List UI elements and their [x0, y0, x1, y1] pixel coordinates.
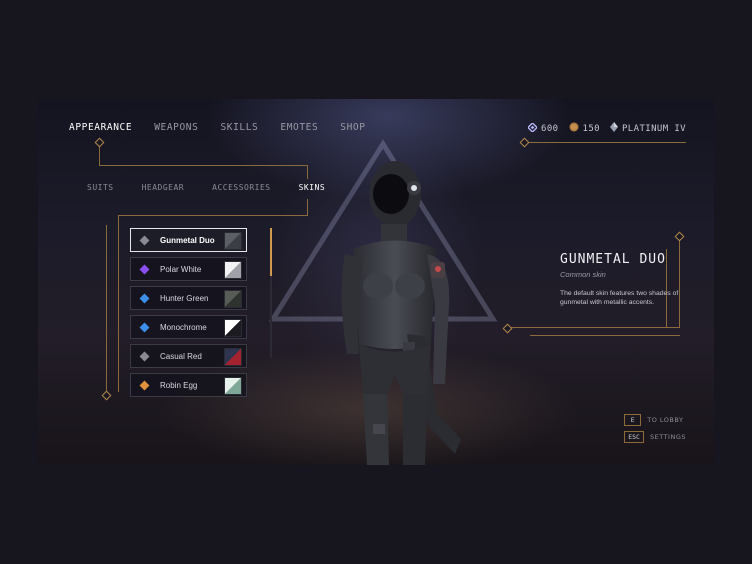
coin-icon: [569, 122, 579, 135]
shortcut-settings[interactable]: ESC SETTINGS: [624, 431, 686, 443]
skin-swatch: [224, 261, 242, 279]
coin-balance: 150: [569, 122, 600, 135]
skin-name: Monochrome: [160, 322, 207, 332]
skin-item-casual-red[interactable]: Casual Red: [130, 344, 247, 368]
connector-line: [508, 327, 680, 328]
tab-appearance[interactable]: APPEARANCE: [69, 122, 132, 133]
skin-item-monochrome[interactable]: Monochrome: [130, 315, 247, 339]
connector-node: [101, 390, 112, 401]
shortcut-label: SETTINGS: [649, 433, 686, 441]
sub-nav: SUITS HEADGEAR ACCESSORIES SKINS: [87, 183, 353, 192]
key-cap: ESC: [624, 431, 644, 443]
key-cap: E: [624, 414, 642, 426]
skin-marker-icon: [139, 380, 150, 390]
crystal-icon: [527, 121, 539, 135]
coin-amount: 150: [582, 123, 600, 134]
skin-name: Hunter Green: [160, 293, 209, 303]
connector-line: [118, 215, 308, 216]
skin-swatch: [224, 232, 242, 250]
skin-swatch: [224, 290, 242, 308]
skin-detail-description: The default skin features two shades of …: [560, 290, 679, 306]
skin-marker-icon: [139, 264, 150, 274]
skin-swatch: [224, 319, 242, 337]
skin-list: Gunmetal Duo Polar White Hunter Green Mo…: [130, 228, 247, 402]
tab-suits[interactable]: SUITS: [87, 183, 114, 192]
tab-emotes[interactable]: EMOTES: [280, 122, 318, 133]
skin-marker-icon: [139, 351, 150, 361]
connector-line: [99, 165, 307, 166]
skin-list-scroll-thumb[interactable]: [270, 228, 272, 276]
skin-item-hunter-green[interactable]: Hunter Green: [130, 286, 247, 310]
game-screen: APPEARANCE WEAPONS SKILLS EMOTES SHOP 60…: [38, 99, 714, 465]
rank-icon: [609, 122, 618, 135]
skin-detail-title: GUNMETAL DUO: [560, 252, 666, 267]
skin-detail-rarity: Common skin: [560, 270, 606, 279]
shortcut-label: TO LOBBY: [647, 416, 684, 424]
shortcut-hints: E TO LOBBY ESC SETTINGS: [624, 414, 686, 448]
connector-node: [94, 137, 105, 148]
currency-bar: 600 150 PLATINUM IV: [518, 121, 686, 135]
skin-marker-icon: [139, 322, 150, 332]
shortcut-to-lobby[interactable]: E TO LOBBY: [624, 414, 686, 426]
connector-line: [524, 142, 686, 143]
skin-marker-icon: [139, 235, 150, 245]
tab-headgear[interactable]: HEADGEAR: [142, 183, 185, 192]
skin-name: Polar White: [160, 264, 202, 274]
skin-item-gunmetal-duo[interactable]: Gunmetal Duo: [130, 228, 247, 252]
tab-accessories[interactable]: ACCESSORIES: [212, 183, 270, 192]
skin-detail-panel: GUNMETAL DUO Common skin The default ski…: [560, 252, 680, 307]
connector-line: [530, 335, 680, 336]
skin-name: Casual Red: [160, 351, 202, 361]
rank-display: PLATINUM IV: [609, 122, 686, 135]
skin-marker-icon: [139, 293, 150, 303]
skin-item-polar-white[interactable]: Polar White: [130, 257, 247, 281]
connector-line: [307, 165, 308, 179]
connector-line: [106, 225, 107, 393]
skin-swatch: [224, 348, 242, 366]
connector-node: [674, 231, 685, 242]
character-model: [341, 161, 461, 465]
connector-line: [118, 215, 119, 392]
tab-skills[interactable]: SKILLS: [220, 122, 258, 133]
skin-swatch: [224, 377, 242, 395]
tab-shop[interactable]: SHOP: [340, 122, 365, 133]
tab-skins[interactable]: SKINS: [299, 183, 326, 192]
skin-item-robin-egg[interactable]: Robin Egg: [130, 373, 247, 397]
main-nav: APPEARANCE WEAPONS SKILLS EMOTES SHOP: [69, 122, 388, 133]
crystal-balance: 600: [527, 121, 559, 135]
connector-line: [307, 199, 308, 215]
skin-name: Gunmetal Duo: [160, 235, 215, 245]
tab-weapons[interactable]: WEAPONS: [154, 122, 198, 133]
rank-label: PLATINUM IV: [621, 123, 686, 134]
crystal-amount: 600: [541, 123, 559, 134]
skin-name: Robin Egg: [160, 380, 198, 390]
